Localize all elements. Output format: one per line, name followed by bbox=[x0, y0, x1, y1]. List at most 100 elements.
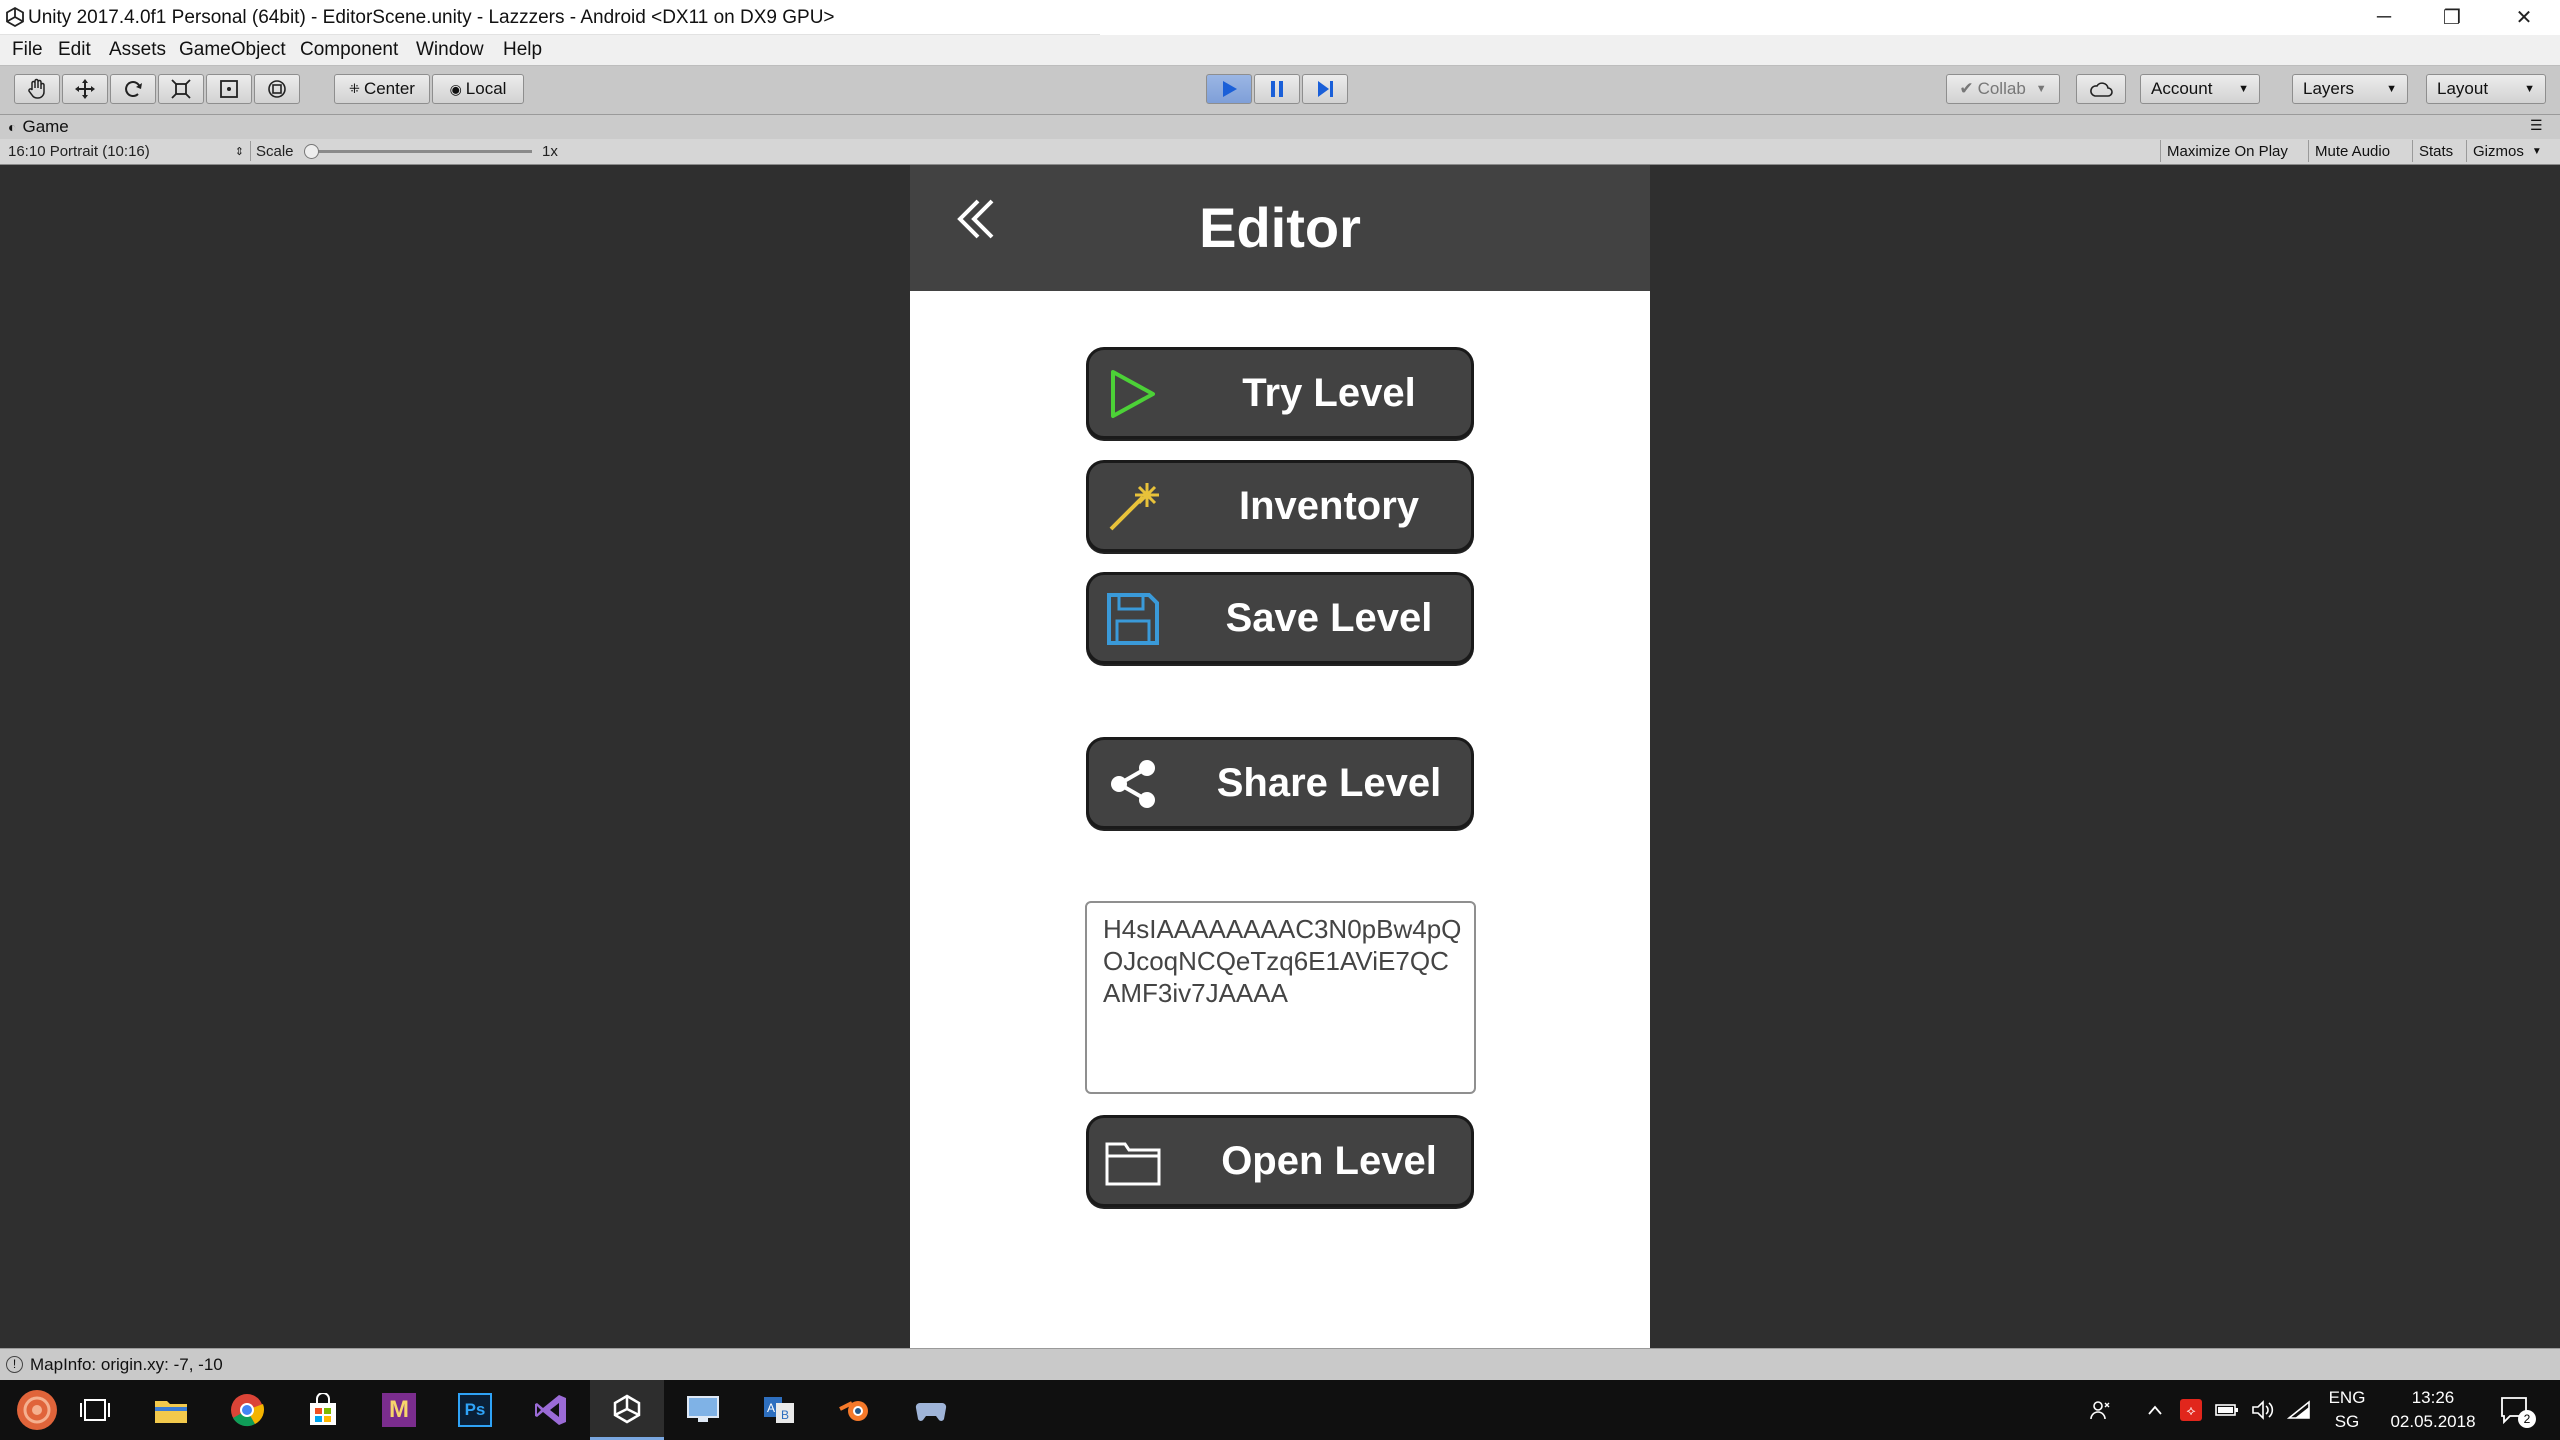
photoshop-icon: Ps bbox=[458, 1393, 492, 1427]
taskbar-app-m[interactable]: M bbox=[362, 1380, 436, 1440]
taskbar-file-explorer[interactable] bbox=[134, 1380, 208, 1440]
game-view-controls: 16:10 Portrait (10:16) ⇕ Scale 1x Maximi… bbox=[0, 139, 2560, 165]
volume-icon[interactable] bbox=[2246, 1380, 2280, 1440]
game-screen: Editor Try Level Inventory Save Level Sh… bbox=[910, 165, 1650, 1348]
scale-value: 1x bbox=[542, 142, 558, 160]
pivot-local-label: Local bbox=[465, 79, 507, 98]
editor-title: Editor bbox=[1199, 196, 1361, 259]
restore-button[interactable]: ❐ bbox=[2418, 0, 2486, 34]
step-icon bbox=[1318, 81, 1333, 97]
blender-icon bbox=[839, 1401, 868, 1421]
task-view-button[interactable] bbox=[58, 1380, 132, 1440]
scale-slider-thumb[interactable] bbox=[304, 144, 319, 159]
gizmos-toggle[interactable]: Gizmos ▼ bbox=[2466, 140, 2548, 162]
chrome-icon bbox=[231, 1394, 265, 1427]
menu-help[interactable]: Help bbox=[503, 39, 542, 61]
game-controller-icon: ◐ bbox=[8, 119, 17, 135]
collab-button[interactable]: ✔ Collab ▼ bbox=[1946, 74, 2060, 104]
rotate-tool-button[interactable] bbox=[110, 74, 156, 104]
taskbar-photoshop[interactable]: Ps bbox=[438, 1380, 512, 1440]
monitor-icon bbox=[687, 1396, 719, 1422]
aspect-dropdown[interactable]: 16:10 Portrait (10:16) ⇕ bbox=[8, 141, 251, 161]
layers-label: Layers bbox=[2303, 79, 2355, 98]
info-icon: ! bbox=[6, 1356, 23, 1373]
menu-gameobject[interactable]: GameObject bbox=[179, 39, 286, 61]
game-view: Editor Try Level Inventory Save Level Sh… bbox=[0, 165, 2560, 1348]
battery-icon[interactable] bbox=[2210, 1380, 2244, 1440]
taskbar-blender[interactable] bbox=[818, 1380, 892, 1440]
start-flower-icon bbox=[17, 1390, 57, 1430]
taskbar-unity[interactable] bbox=[590, 1380, 664, 1440]
stats-toggle[interactable]: Stats bbox=[2412, 140, 2459, 162]
action-center-button[interactable]: 2 bbox=[2490, 1380, 2540, 1440]
mute-audio-toggle[interactable]: Mute Audio bbox=[2308, 140, 2396, 162]
share-icon bbox=[1111, 760, 1155, 808]
move-tool-button[interactable] bbox=[62, 74, 108, 104]
hand-tool-button[interactable] bbox=[14, 74, 60, 104]
open-level-button[interactable]: Open Level bbox=[1086, 1115, 1474, 1207]
save-level-button[interactable]: Save Level bbox=[1086, 572, 1474, 664]
pivot-icon: ⁜ bbox=[349, 81, 360, 96]
account-dropdown[interactable]: Account ▼ bbox=[2140, 74, 2260, 104]
unity-icon bbox=[613, 1394, 641, 1423]
level-code-textarea[interactable]: H4sIAAAAAAAAC3N0pBw4pQOJcoqNCQeTzq6E1AVi… bbox=[1085, 901, 1476, 1094]
wifi-icon[interactable] bbox=[2282, 1380, 2316, 1440]
translate-icon: AB bbox=[764, 1397, 794, 1423]
status-text: MapInfo: origin.xy: -7, -10 bbox=[30, 1355, 223, 1374]
people-icon[interactable] bbox=[2080, 1380, 2120, 1440]
pivot-center-button[interactable]: ⁜ Center bbox=[334, 74, 430, 104]
try-level-label: Try Level bbox=[1242, 370, 1416, 415]
editor-header: Editor bbox=[910, 165, 1650, 291]
tray-expand-icon[interactable] bbox=[2140, 1380, 2170, 1440]
collab-label: Collab bbox=[1977, 79, 2026, 98]
transform-tool-button[interactable] bbox=[254, 74, 300, 104]
transform-icon bbox=[268, 80, 286, 98]
pause-button[interactable] bbox=[1254, 74, 1300, 104]
svg-text:B: B bbox=[781, 1408, 789, 1422]
scale-slider-track[interactable] bbox=[306, 150, 532, 153]
menu-bar: File Edit Assets GameObject Component Wi… bbox=[0, 35, 2560, 66]
taskbar-translator[interactable]: AB bbox=[742, 1380, 816, 1440]
scale-tool-button[interactable] bbox=[158, 74, 204, 104]
rotate-icon bbox=[125, 81, 142, 97]
store-bag-icon bbox=[310, 1393, 336, 1425]
taskbar-visual-studio[interactable] bbox=[514, 1380, 588, 1440]
play-button[interactable] bbox=[1206, 74, 1252, 104]
clock-time: 13:26 bbox=[2411, 1388, 2455, 1407]
hand-icon bbox=[28, 78, 45, 99]
move-icon bbox=[75, 79, 95, 99]
taskbar-app-gamepad[interactable] bbox=[894, 1380, 968, 1440]
cloud-button[interactable] bbox=[2076, 74, 2126, 104]
magic-wand-icon bbox=[1109, 483, 1159, 531]
minimize-button[interactable]: ─ bbox=[2350, 0, 2418, 34]
floppy-disk-icon bbox=[1107, 593, 1159, 645]
layout-dropdown[interactable]: Layout ▼ bbox=[2426, 74, 2546, 104]
taskbar-chrome[interactable] bbox=[210, 1380, 284, 1440]
scale-label: Scale bbox=[256, 142, 294, 160]
menu-assets[interactable]: Assets bbox=[109, 39, 166, 61]
menu-edit[interactable]: Edit bbox=[58, 39, 91, 61]
step-button[interactable] bbox=[1302, 74, 1348, 104]
inventory-button[interactable]: Inventory bbox=[1086, 460, 1474, 552]
maximize-on-play-toggle[interactable]: Maximize On Play bbox=[2160, 140, 2294, 162]
updown-icon: ⇕ bbox=[234, 145, 244, 158]
acrobat-tray-icon[interactable]: ⟡ bbox=[2174, 1380, 2208, 1440]
menu-window[interactable]: Window bbox=[416, 39, 484, 61]
close-button[interactable]: ✕ bbox=[2490, 0, 2558, 34]
tab-game-label: Game bbox=[22, 117, 69, 136]
play-icon bbox=[1223, 81, 1237, 97]
try-level-button[interactable]: Try Level bbox=[1086, 347, 1474, 439]
layers-dropdown[interactable]: Layers ▼ bbox=[2292, 74, 2408, 104]
menu-file[interactable]: File bbox=[12, 39, 43, 61]
taskbar-remote[interactable] bbox=[666, 1380, 740, 1440]
clock[interactable]: 13:26 02.05.2018 bbox=[2378, 1380, 2488, 1440]
taskbar-store[interactable] bbox=[286, 1380, 360, 1440]
pivot-local-button[interactable]: ◉ Local bbox=[432, 74, 524, 104]
visual-studio-icon bbox=[535, 1395, 566, 1425]
tab-menu-icon[interactable]: ☰ bbox=[2530, 117, 2543, 134]
rect-tool-button[interactable] bbox=[206, 74, 252, 104]
tab-game[interactable]: ◐ Game bbox=[8, 115, 69, 139]
menu-component[interactable]: Component bbox=[300, 39, 398, 61]
language-indicator[interactable]: ENG SG bbox=[2322, 1380, 2372, 1440]
share-level-button[interactable]: Share Level bbox=[1086, 737, 1474, 829]
